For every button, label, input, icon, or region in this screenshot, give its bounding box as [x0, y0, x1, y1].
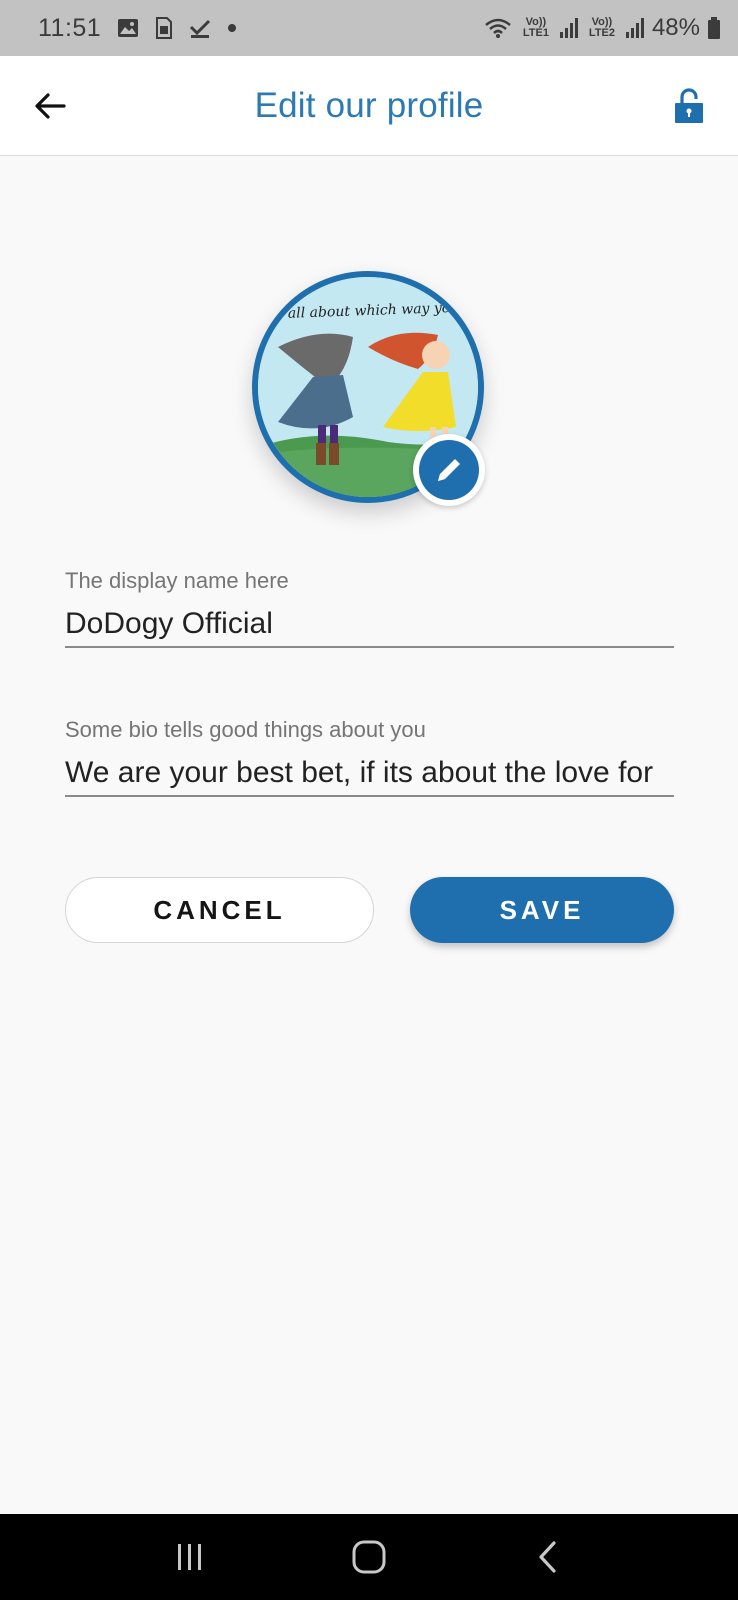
- sim-card-icon: [155, 17, 173, 39]
- recent-apps-button[interactable]: [160, 1527, 220, 1587]
- signal-icon: [625, 18, 644, 38]
- edit-badge-inner: [419, 440, 479, 500]
- status-time: 11:51: [38, 13, 102, 42]
- back-button[interactable]: [30, 86, 70, 126]
- arrow-left-icon: [35, 93, 66, 119]
- bio-label: Some bio tells good things about you: [65, 717, 426, 742]
- pencil-icon: [438, 459, 460, 481]
- display-name-label: The display name here: [65, 568, 289, 593]
- save-button[interactable]: SAVE: [410, 877, 674, 943]
- display-name-field: The display name here: [65, 568, 674, 648]
- bio-input[interactable]: [65, 751, 674, 797]
- status-left: 11:51: [38, 14, 237, 43]
- signal-icon: [559, 18, 578, 38]
- privacy-lock-button[interactable]: [674, 88, 708, 128]
- battery-icon: [708, 17, 720, 39]
- wifi-icon: [484, 17, 512, 39]
- page-title: Edit our profile: [254, 85, 484, 125]
- edit-avatar-button[interactable]: [413, 434, 485, 506]
- system-nav-bar: [0, 1514, 738, 1600]
- recent-apps-icon: [177, 1544, 201, 1570]
- sim1-label: Vo)) LTE1: [522, 16, 549, 39]
- screen: 11:51 Vo)) LTE1 Vo)) LTE2 48% Edit our p…: [0, 0, 738, 1600]
- check-icon: [189, 18, 211, 38]
- nav-back-button[interactable]: [518, 1527, 578, 1587]
- home-button[interactable]: [339, 1527, 399, 1587]
- unlocked-padlock-icon: [675, 88, 703, 123]
- status-right: Vo)) LTE1 Vo)) LTE2 48%: [484, 14, 720, 42]
- sim2-label: Vo)) LTE2: [588, 16, 615, 39]
- cancel-button[interactable]: CANCEL: [65, 877, 374, 943]
- app-bar: Edit our profile: [0, 56, 738, 156]
- battery-percent: 48%: [651, 14, 700, 41]
- bio-field: Some bio tells good things about you: [65, 717, 674, 797]
- image-icon: [117, 18, 139, 38]
- dot-icon: [227, 23, 237, 33]
- back-icon: [539, 1541, 556, 1573]
- status-bar: 11:51 Vo)) LTE1 Vo)) LTE2 48%: [0, 0, 738, 56]
- display-name-input[interactable]: [65, 602, 674, 648]
- home-icon: [352, 1540, 386, 1574]
